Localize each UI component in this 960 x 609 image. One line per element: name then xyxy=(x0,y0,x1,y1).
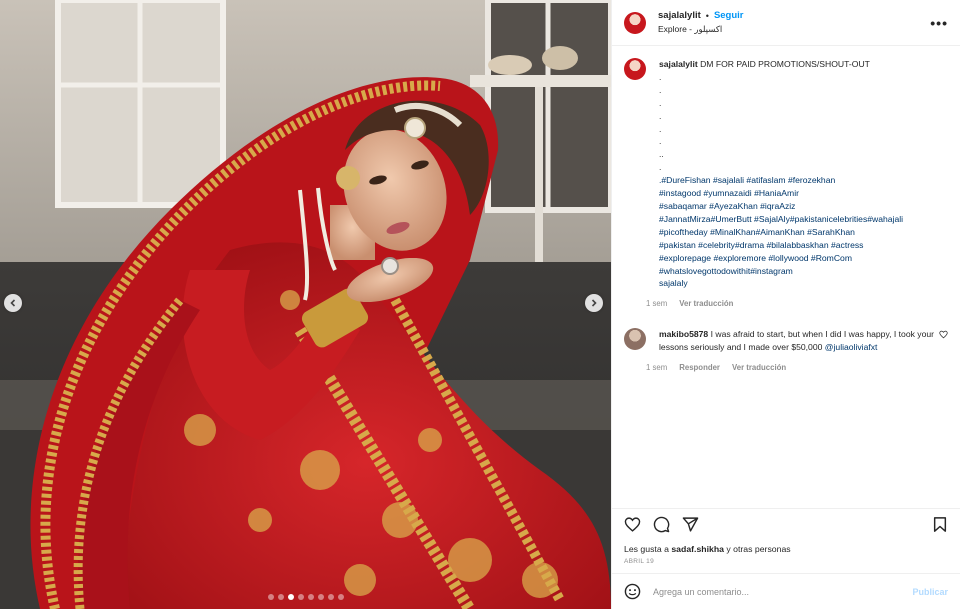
caption-dot-line: . xyxy=(659,110,662,121)
post-dialog: sajalalylit • Seguir Explore - اکسپلور •… xyxy=(0,0,960,609)
caption-first-line: DM FOR PAID PROMOTIONS/SHOUT-OUT xyxy=(700,59,870,69)
comment-avatar[interactable] xyxy=(624,328,646,351)
carousel-dot xyxy=(287,594,294,600)
caption-hashtag-line[interactable]: #sabaqamar #AyezaKhan #iqraAziz xyxy=(659,200,944,213)
caption-avatar[interactable] xyxy=(624,58,646,80)
comment-button[interactable] xyxy=(653,516,670,533)
caption-dot-line: . xyxy=(659,162,662,173)
comment-text: makibo5878 I was afraid to start, but wh… xyxy=(659,328,939,353)
carousel-dot xyxy=(317,594,324,600)
share-button[interactable] xyxy=(682,516,699,533)
caption-hashtag-line[interactable]: #whatslovegottodowithit#instagram xyxy=(659,265,944,278)
caption-hashtag-line[interactable]: #instagood #yumnazaidi #HaniaAmir xyxy=(659,187,944,200)
add-comment-bar: Publicar xyxy=(612,573,960,609)
caption-translate-button[interactable]: Ver traducción xyxy=(679,299,733,308)
caption-hashtag-line[interactable]: #picoftheday #MinalKhan#AimanKhan #Sarah… xyxy=(659,226,944,239)
caption-hashtag-line[interactable]: #pakistan #celebrity#drama #bilalabbaskh… xyxy=(659,239,944,252)
post-side-panel: sajalalylit • Seguir Explore - اکسپلور •… xyxy=(611,0,960,609)
bookmark-icon xyxy=(933,517,947,532)
save-button[interactable] xyxy=(932,516,948,533)
comment-reply-button[interactable]: Responder xyxy=(679,363,720,372)
carousel-next-button[interactable] xyxy=(585,294,603,312)
carousel-dots xyxy=(0,594,611,600)
comment: makibo5878 I was afraid to start, but wh… xyxy=(624,328,948,372)
more-options-icon[interactable]: ••• xyxy=(930,15,948,31)
caption-dot-line: . xyxy=(659,123,662,134)
caption-username[interactable]: sajalalylit xyxy=(659,59,698,69)
post-header: sajalalylit • Seguir Explore - اکسپلور •… xyxy=(612,0,960,46)
post-header-row: sajalalylit • Seguir xyxy=(658,10,744,21)
caption-dot-lines: ......... xyxy=(659,71,944,174)
author-avatar[interactable] xyxy=(624,11,646,34)
caption-text: sajalalylit DM FOR PAID PROMOTIONS/SHOUT… xyxy=(659,58,944,290)
carousel-dot xyxy=(337,594,344,600)
caption-dot-line: . xyxy=(659,136,662,147)
caption-time[interactable]: 1 sem xyxy=(646,299,667,308)
carousel-dot xyxy=(267,594,274,600)
post-actions xyxy=(612,508,960,540)
caption-dot-line: . xyxy=(659,84,662,95)
author-username[interactable]: sajalalylit xyxy=(658,10,701,21)
caption-meta: 1 sem Ver traducción xyxy=(646,299,944,308)
carousel-prev-button[interactable] xyxy=(4,294,22,312)
caption-hashtag-line[interactable]: #explorepage #exploremore #lollywood #Ro… xyxy=(659,252,944,265)
caption-hashtag-line[interactable]: sajalaly xyxy=(659,277,944,290)
likes-prefix: Les gusta a xyxy=(624,544,669,554)
post-location[interactable]: Explore - اکسپلور xyxy=(658,24,744,35)
caption-hashtags: .#DureFishan #sajalali #atifaslam #feroz… xyxy=(659,174,944,290)
heart-icon xyxy=(939,331,948,339)
likes-suffix[interactable]: y otras personas xyxy=(726,544,790,554)
follow-button[interactable]: Seguir xyxy=(714,10,744,21)
comment-translate-button[interactable]: Ver traducción xyxy=(732,363,786,372)
header-separator: • xyxy=(705,10,709,21)
caption-dot-line: .. xyxy=(659,149,664,160)
emoji-button[interactable] xyxy=(624,583,641,600)
post-photo xyxy=(0,0,611,609)
chevron-left-icon xyxy=(10,299,16,307)
carousel-dot xyxy=(277,594,284,600)
caption-dot-line: . xyxy=(659,97,662,108)
caption-hashtag-line[interactable]: #JannatMirza#UmerButt #SajalAly#pakistan… xyxy=(659,213,944,226)
comment-mention[interactable]: @juliaoliviafxt xyxy=(825,342,878,352)
likes-summary: Les gusta a sadaf.shikha y otras persona… xyxy=(612,540,960,554)
like-button[interactable] xyxy=(624,516,641,533)
emoji-icon xyxy=(624,583,641,600)
comment-username[interactable]: makibo5878 xyxy=(659,329,708,339)
heart-icon xyxy=(624,517,641,532)
likes-user[interactable]: sadaf.shikha xyxy=(671,544,724,554)
carousel-dot xyxy=(307,594,314,600)
caption-hashtag-line[interactable]: .#DureFishan #sajalali #atifaslam #feroz… xyxy=(659,174,944,187)
carousel-dot xyxy=(327,594,334,600)
caption-dot-line: . xyxy=(659,71,662,82)
comment-input[interactable] xyxy=(653,586,913,597)
publish-button[interactable]: Publicar xyxy=(912,587,948,597)
comments-area[interactable]: sajalalylit DM FOR PAID PROMOTIONS/SHOUT… xyxy=(612,46,960,508)
comment-time[interactable]: 1 sem xyxy=(646,363,667,372)
post-date[interactable]: ABRIL 19 xyxy=(612,554,960,573)
carousel-dot xyxy=(297,594,304,600)
post-header-text: sajalalylit • Seguir Explore - اکسپلور xyxy=(658,10,744,35)
post-media[interactable] xyxy=(0,0,611,609)
comment-like-button[interactable] xyxy=(939,330,948,371)
chevron-right-icon xyxy=(591,299,597,307)
share-icon xyxy=(682,517,699,532)
caption: sajalalylit DM FOR PAID PROMOTIONS/SHOUT… xyxy=(624,58,948,308)
comment-meta: 1 sem Responder Ver traducción xyxy=(646,363,939,372)
comment-icon xyxy=(653,516,670,533)
